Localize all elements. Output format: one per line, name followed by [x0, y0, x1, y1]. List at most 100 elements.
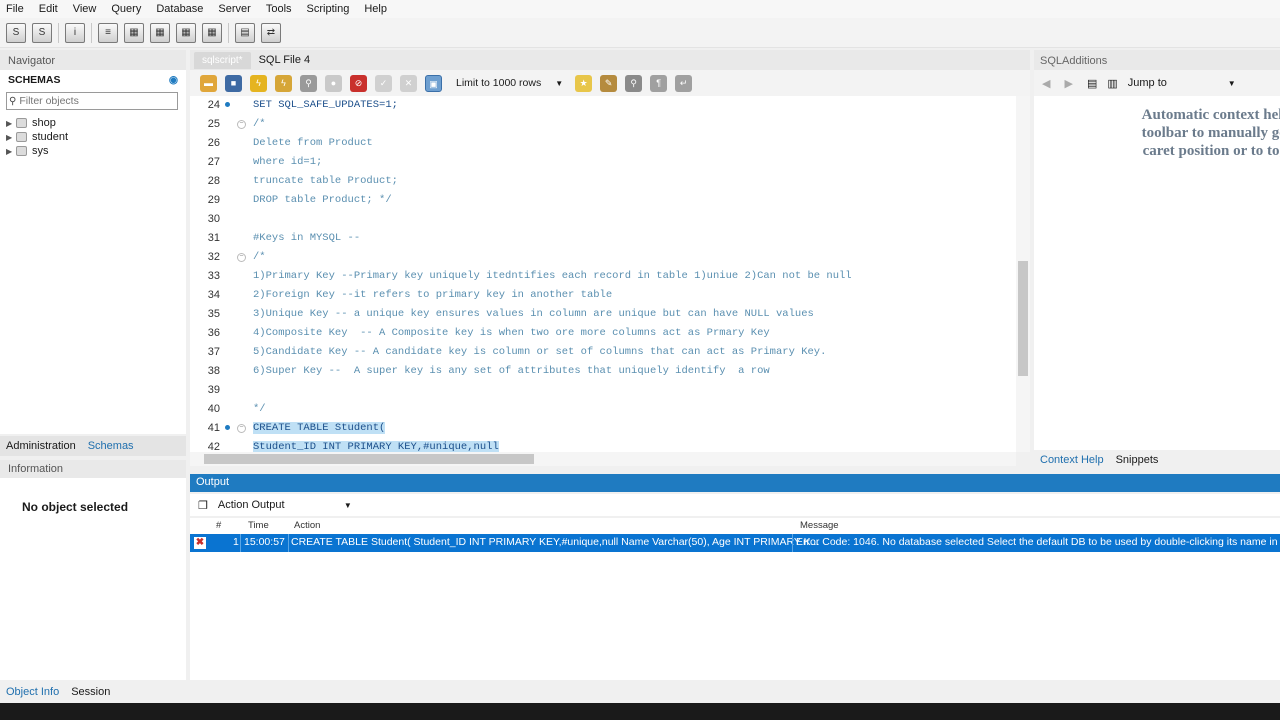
code-line: 26 Delete from Product	[207, 137, 373, 149]
schema-name: student	[32, 131, 69, 143]
database-icon	[16, 118, 27, 128]
auto-help-icon[interactable]: ▥	[1107, 77, 1117, 90]
tab-sql-file-4[interactable]: SQL File 4	[251, 51, 319, 69]
chevron-down-icon: ▼	[1227, 78, 1236, 88]
editor-vertical-scrollbar[interactable]	[1016, 96, 1030, 452]
output-toolbar: ❐ Action Output ▼	[190, 494, 1280, 516]
open-folder-icon[interactable]: ▬	[200, 74, 217, 92]
rollback-icon[interactable]: ✕	[400, 74, 417, 92]
menu-scripting[interactable]: Scripting	[301, 3, 359, 15]
schema-item-sys[interactable]: ▶ sys	[6, 144, 49, 158]
scrollbar-thumb[interactable]	[204, 454, 534, 464]
navigator-header: Navigator	[0, 50, 186, 70]
code-line: 33 1)Primary Key --Primary key uniquely …	[207, 270, 852, 282]
manual-help-icon[interactable]: ▤	[1087, 77, 1097, 90]
refresh-icon[interactable]: ◉	[169, 74, 178, 86]
tab-administration[interactable]: Administration	[0, 440, 82, 452]
row-number: 1	[233, 536, 239, 548]
fold-icon[interactable]: −	[237, 120, 246, 129]
table-row[interactable]: ✖ 1 15:00:57 CREATE TABLE Student( Stude…	[190, 534, 1280, 552]
code-line: 40 */	[207, 403, 266, 415]
menu-view[interactable]: View	[67, 3, 106, 15]
autocommit-icon[interactable]: ▣	[425, 74, 442, 92]
row-action: CREATE TABLE Student( Student_ID INT PRI…	[291, 536, 820, 548]
filter-input[interactable]	[19, 95, 170, 107]
add-snippet-icon[interactable]: ★	[575, 74, 593, 92]
information-panel: No object selected	[0, 478, 186, 680]
wrap-lines-icon[interactable]: ↵	[675, 74, 693, 92]
database-icon	[16, 132, 27, 142]
back-icon[interactable]: ◀	[1042, 77, 1050, 90]
explain-icon[interactable]: ⚲	[300, 74, 317, 92]
open-sql-script-icon[interactable]: S	[32, 22, 52, 43]
tab-snippets[interactable]: Snippets	[1110, 454, 1165, 466]
menu-bar: File Edit View Query Database Server Too…	[0, 0, 1280, 18]
invisible-chars-icon[interactable]: ¶	[650, 74, 668, 92]
code-line: 30	[207, 213, 220, 225]
schema-item-student[interactable]: ▶ student	[6, 130, 68, 144]
code-line: 24 SET SQL_SAFE_UPDATES=1;	[207, 99, 398, 111]
create-schema-icon[interactable]: ≡	[98, 22, 118, 43]
new-sql-tab-icon[interactable]: S	[6, 22, 26, 43]
menu-tools[interactable]: Tools	[260, 3, 301, 15]
output-mode-select[interactable]: Action Output	[218, 499, 344, 511]
schema-item-shop[interactable]: ▶ shop	[6, 116, 56, 130]
commit-icon[interactable]: ✓	[375, 74, 392, 92]
expand-arrow-icon[interactable]: ▶	[6, 133, 16, 142]
filter-box[interactable]: ⚲	[6, 92, 178, 110]
fold-icon[interactable]: −	[237, 253, 246, 262]
menu-query[interactable]: Query	[105, 3, 150, 15]
main-toolbar: S S i ≡ ▦ ▦ ▦ ▦ ▤ ⇄	[0, 18, 1280, 48]
save-icon[interactable]: ■	[225, 74, 242, 92]
scrollbar-thumb[interactable]	[1018, 261, 1028, 376]
code-line: 34 2)Foreign Key --it refers to primary …	[207, 289, 613, 301]
toolbar-separator	[58, 22, 59, 43]
navigator-panel: SCHEMAS ◉ ⚲ ▶ shop ▶ student ▶ sys	[0, 70, 186, 434]
create-table-icon[interactable]: ▦	[124, 22, 144, 43]
code-line: 41 − CREATE TABLE Student(	[207, 422, 386, 434]
limit-rows-select[interactable]: Limit to 1000 rows ▼	[456, 77, 563, 89]
tab-context-help[interactable]: Context Help	[1034, 454, 1110, 466]
beautify-icon[interactable]: ✎	[600, 74, 618, 92]
sql-additions-tabs: Context Help Snippets	[1034, 450, 1280, 470]
copy-icon[interactable]: ❐	[198, 499, 208, 512]
toggle-error-icon[interactable]: ⊘	[350, 74, 367, 92]
search-table-data-icon[interactable]: ▤	[235, 22, 255, 43]
tab-sqlscript[interactable]: sqlscript*	[194, 51, 251, 69]
tab-schemas[interactable]: Schemas	[82, 440, 140, 452]
tab-object-info[interactable]: Object Info	[0, 686, 65, 698]
context-help-body: Automatic context help is disal toolbar …	[1034, 96, 1280, 452]
sql-editor[interactable]: 24 SET SQL_SAFE_UPDATES=1; 25 − /* 26 De…	[190, 96, 1030, 452]
statement-marker-icon	[225, 425, 230, 430]
menu-server[interactable]: Server	[212, 3, 259, 15]
menu-database[interactable]: Database	[150, 3, 212, 15]
chevron-down-icon: ▼	[343, 500, 352, 510]
code-line: 32 − /*	[207, 251, 266, 263]
find-icon[interactable]: ⚲	[625, 74, 643, 92]
menu-file[interactable]: File	[0, 3, 33, 15]
inspector-icon[interactable]: i	[65, 22, 85, 43]
no-object-label: No object selected	[22, 500, 129, 514]
menu-edit[interactable]: Edit	[33, 3, 67, 15]
chevron-down-icon: ▼	[555, 78, 564, 88]
tab-session[interactable]: Session	[65, 686, 116, 698]
schema-name: shop	[32, 117, 56, 129]
expand-arrow-icon[interactable]: ▶	[6, 147, 16, 156]
limit-label: Limit to 1000 rows	[456, 77, 542, 89]
fold-icon[interactable]: −	[237, 424, 246, 433]
create-function-icon[interactable]: ▦	[202, 22, 222, 43]
editor-horizontal-scrollbar[interactable]	[190, 452, 1016, 466]
menu-help[interactable]: Help	[358, 3, 396, 15]
code-line: 42 Student_ID INT PRIMARY KEY,#unique,nu…	[207, 441, 499, 452]
stop-icon[interactable]: ●	[325, 74, 342, 92]
reconnect-icon[interactable]: ⇄	[261, 22, 281, 43]
jump-to-select[interactable]: Jump to	[1128, 77, 1228, 89]
forward-icon[interactable]: ▶	[1064, 77, 1072, 90]
code-line: 28 truncate table Product;	[207, 175, 398, 187]
create-view-icon[interactable]: ▦	[150, 22, 170, 43]
create-procedure-icon[interactable]: ▦	[176, 22, 196, 43]
execute-current-icon[interactable]: ϟ	[275, 74, 292, 92]
code-line: 25 − /*	[207, 118, 266, 130]
execute-icon[interactable]: ϟ	[250, 74, 267, 92]
expand-arrow-icon[interactable]: ▶	[6, 119, 16, 128]
